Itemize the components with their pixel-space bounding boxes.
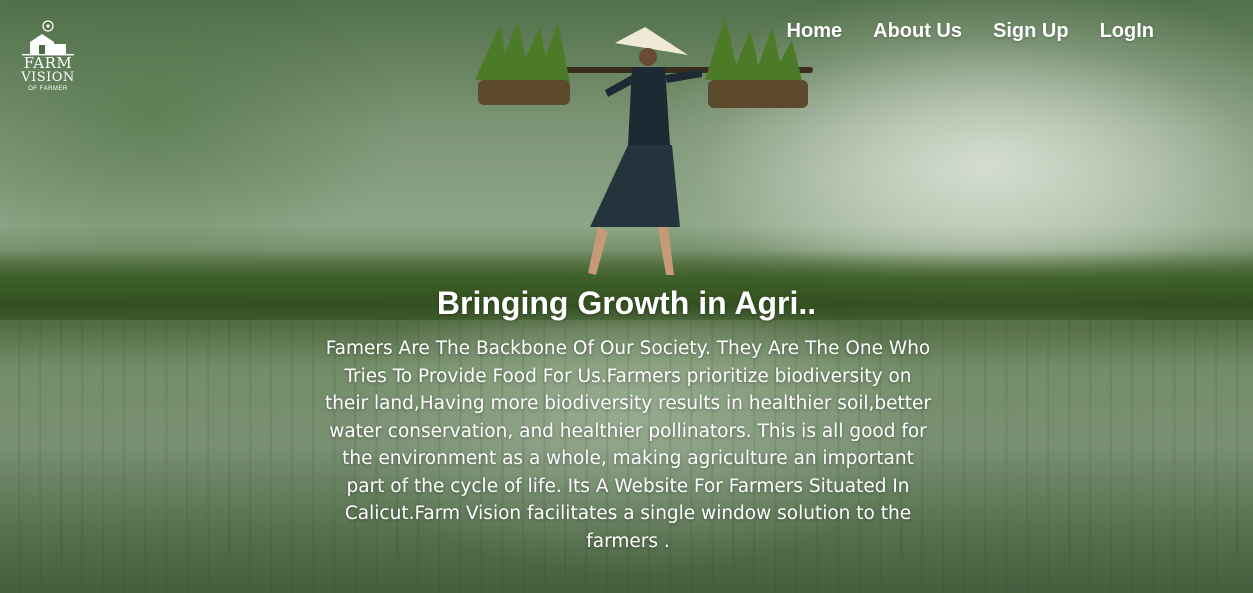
- main-navigation: Home About Us Sign Up LogIn: [787, 20, 1154, 43]
- farm-logo-icon: [22, 20, 74, 56]
- brand-logo[interactable]: FARM VISION OF FARMER: [18, 20, 78, 100]
- logo-word-farm: FARM: [23, 54, 73, 72]
- nav-about-us-link[interactable]: About Us: [873, 20, 962, 43]
- logo-tagline: OF FARMER: [28, 86, 68, 92]
- hero-description: Famers Are The Backbone Of Our Society. …: [324, 338, 932, 552]
- logo-word-vision: VISION: [21, 70, 75, 85]
- farmer-carrying-rice-seedlings: [475, 17, 813, 275]
- nav-sign-up-link[interactable]: Sign Up: [993, 20, 1069, 43]
- hero-title: Bringing Growth in Agri..: [436, 285, 817, 321]
- nav-login-link[interactable]: LogIn: [1100, 20, 1154, 43]
- nav-home-link[interactable]: Home: [787, 20, 843, 43]
